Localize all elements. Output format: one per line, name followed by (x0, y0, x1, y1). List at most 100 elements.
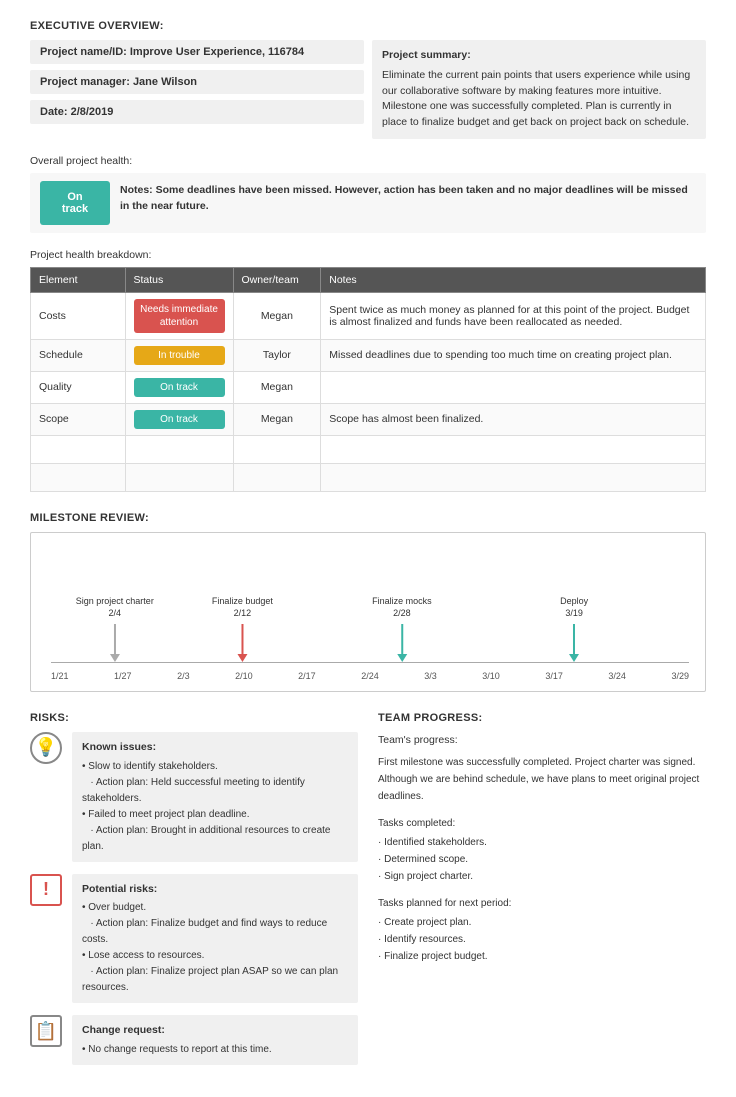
team-progress-section: TEAM PROGRESS: Team's progress: First mi… (378, 712, 706, 1077)
status-ontrack-badge-scope: On track (134, 410, 225, 429)
project-health-section: Overall project health: On track Notes: … (30, 155, 706, 233)
health-notes-text: Some deadlines have been missed. However… (120, 184, 688, 212)
clipboard-icon: 📋 (30, 1015, 62, 1047)
cell-empty (233, 463, 321, 491)
exclamation-icon: ! (30, 874, 62, 906)
exec-summary-title: Project summary: (382, 48, 696, 64)
teams-progress-title: Team's progress: (378, 732, 706, 750)
cell-status: Needs immediateattention (125, 292, 233, 339)
milestone-marker-2: Finalize budget2/12 (212, 596, 273, 661)
exec-overview-section: EXECUTIVE OVERVIEW: Project name/ID: Imp… (30, 20, 706, 139)
milestone-label-2: Finalize budget2/12 (212, 596, 273, 619)
col-element: Element (31, 267, 126, 292)
breakdown-section: Project health breakdown: Element Status… (30, 249, 706, 492)
cell-notes: Spent twice as much money as planned for… (321, 292, 706, 339)
cell-element: Quality (31, 371, 126, 403)
milestone-arrow-3 (397, 654, 407, 662)
milestone-arrow-1 (110, 654, 120, 662)
exec-grid: Project name/ID: Improve User Experience… (30, 40, 706, 139)
cell-element: Scope (31, 403, 126, 435)
project-name-label: Project name/ID: (40, 46, 127, 58)
cell-empty (233, 435, 321, 463)
cell-empty (321, 463, 706, 491)
risk-title-potential: Potential risks: (82, 881, 348, 898)
exec-left: Project name/ID: Improve User Experience… (30, 40, 364, 139)
risk-item-change: 📋 Change request: • No change requests t… (30, 1015, 358, 1065)
risk-content-change: Change request: • No change requests to … (72, 1015, 358, 1065)
axis-label: 3/17 (545, 671, 563, 681)
status-trouble-badge: In trouble (134, 346, 225, 365)
exec-overview-title: EXECUTIVE OVERVIEW: (30, 20, 706, 32)
milestone-arrow-4 (569, 654, 579, 662)
milestone-line-1 (114, 624, 116, 654)
milestone-section: MILESTONE REVIEW: Sign project charter2/… (30, 512, 706, 692)
status-ontrack-badge-quality: On track (134, 378, 225, 397)
tasks-planned-title: Tasks planned for next period: (378, 895, 706, 912)
tasks-planned-block: Tasks planned for next period: · Create … (378, 895, 706, 965)
milestone-arrow-2 (237, 654, 247, 662)
col-owner: Owner/team (233, 267, 321, 292)
bulb-icon: 💡 (30, 732, 62, 764)
milestone-label-1: Sign project charter2/4 (76, 596, 154, 619)
milestone-marker-3: Finalize mocks2/28 (372, 596, 432, 661)
team-progress-title: TEAM PROGRESS: (378, 712, 706, 724)
team-progress-block: Team's progress: First milestone was suc… (378, 732, 706, 805)
table-row: Scope On track Megan Scope has almost be… (31, 403, 706, 435)
project-name-field: Project name/ID: Improve User Experience… (30, 40, 364, 64)
axis-label: 2/3 (177, 671, 190, 681)
cell-owner: Megan (233, 292, 321, 339)
risk-content-potential: Potential risks: • Over budget. · Action… (72, 874, 358, 1004)
tasks-completed-items: · Identified stakeholders.· Determined s… (378, 834, 706, 885)
date-label: Date: (40, 106, 68, 118)
on-track-badge: On track (40, 181, 110, 225)
axis-label: 3/29 (671, 671, 689, 681)
cell-empty (125, 435, 233, 463)
table-row-empty (31, 463, 706, 491)
risk-title-change: Change request: (82, 1022, 348, 1039)
cell-empty (31, 435, 126, 463)
exec-summary: Project summary: Eliminate the current p… (372, 40, 706, 139)
milestone-line-2 (241, 624, 243, 654)
table-row: Quality On track Megan (31, 371, 706, 403)
breakdown-table: Element Status Owner/team Notes Costs Ne… (30, 267, 706, 492)
table-row: Schedule In trouble Taylor Missed deadli… (31, 339, 706, 371)
cell-status: On track (125, 403, 233, 435)
axis-label: 2/10 (235, 671, 253, 681)
axis-label: 3/10 (482, 671, 500, 681)
cell-notes (321, 371, 706, 403)
milestone-label-4: Deploy3/19 (560, 596, 588, 619)
timeline-labels: 1/21 1/27 2/3 2/10 2/17 2/24 3/3 3/10 3/… (51, 671, 689, 681)
risk-item-known: 💡 Known issues: • Slow to identify stake… (30, 732, 358, 862)
date-value: 2/8/2019 (71, 106, 114, 118)
teams-progress-text: First milestone was successfully complet… (378, 754, 706, 805)
risk-text: • Slow to identify stakeholders. · Actio… (82, 759, 348, 855)
table-header-row: Element Status Owner/team Notes (31, 267, 706, 292)
cell-owner: Megan (233, 403, 321, 435)
risk-text-change: • No change requests to report at this t… (82, 1042, 348, 1058)
cell-element: Schedule (31, 339, 126, 371)
date-field: Date: 2/8/2019 (30, 100, 364, 124)
cell-owner: Taylor (233, 339, 321, 371)
team-content: Team's progress: First milestone was suc… (378, 732, 706, 965)
cell-owner: Megan (233, 371, 321, 403)
risk-title-known: Known issues: (82, 739, 348, 756)
cell-element: Costs (31, 292, 126, 339)
axis-label: 1/21 (51, 671, 69, 681)
tasks-completed-title: Tasks completed: (378, 815, 706, 832)
risk-item-potential: ! Potential risks: • Over budget. · Acti… (30, 874, 358, 1004)
health-label: Overall project health: (30, 155, 706, 167)
risk-content-known: Known issues: • Slow to identify stakeho… (72, 732, 358, 862)
project-manager-value: Jane Wilson (133, 76, 197, 88)
axis-label: 3/24 (608, 671, 626, 681)
axis-label: 1/27 (114, 671, 132, 681)
cell-empty (125, 463, 233, 491)
breakdown-label: Project health breakdown: (30, 249, 706, 261)
risks-title: RISKS: (30, 712, 358, 724)
milestone-line-4 (573, 624, 575, 654)
exec-summary-text: Eliminate the current pain points that u… (382, 68, 696, 131)
col-notes: Notes (321, 267, 706, 292)
status-needs-badge: Needs immediateattention (134, 299, 225, 333)
axis-label: 2/17 (298, 671, 316, 681)
milestone-title: MILESTONE REVIEW: (30, 512, 706, 524)
axis-label: 2/24 (361, 671, 379, 681)
